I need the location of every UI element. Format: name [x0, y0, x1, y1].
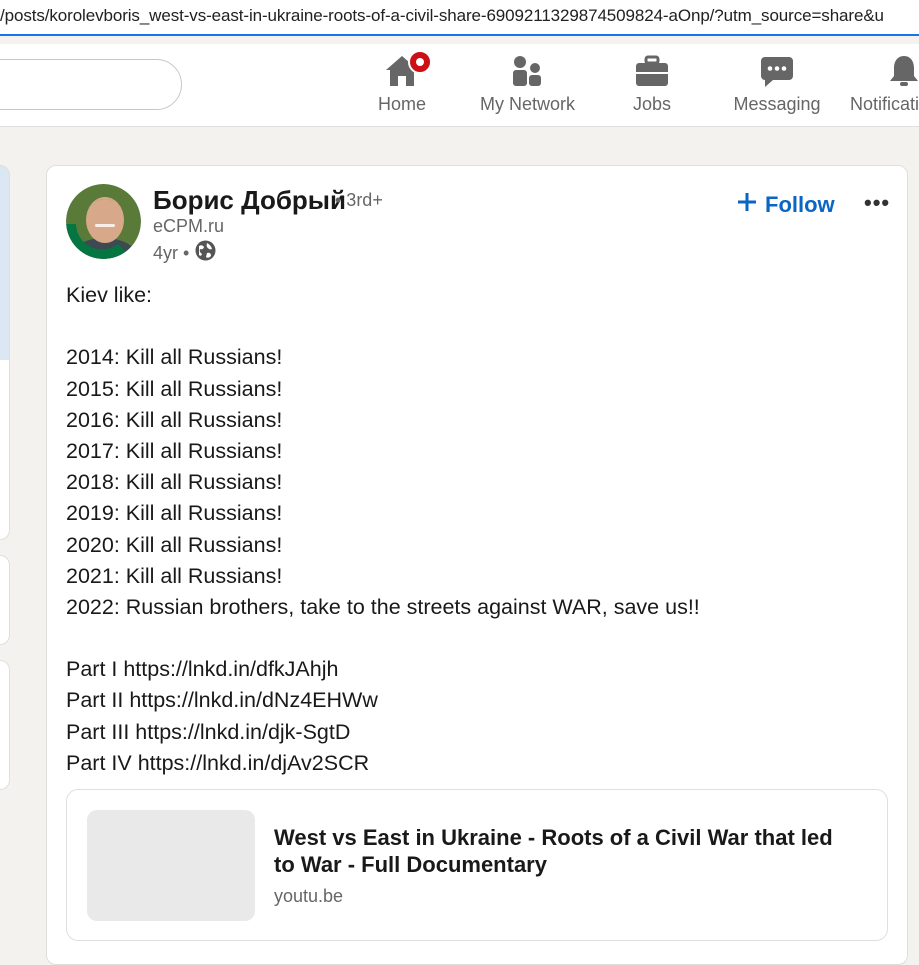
nav-messaging-label: Messaging	[733, 94, 821, 114]
link-preview-title[interactable]: West vs East in Ukraine - Roots of a Civ…	[274, 824, 854, 878]
post-text-line: 2017: Kill all Russians!	[66, 438, 283, 463]
nav-home[interactable]: Home	[366, 50, 438, 122]
post-text-line: 2018: Kill all Russians!	[66, 470, 283, 495]
post-text-line: 2016: Kill all Russians!	[66, 407, 283, 432]
post-text-line: 2020: Kill all Russians!	[66, 532, 283, 557]
notification-badge	[408, 50, 432, 74]
author-avatar[interactable]	[66, 184, 141, 259]
search-input[interactable]	[0, 59, 182, 110]
nav-my-network-label: My Network	[479, 94, 575, 114]
feed-post: Борис Добрый • 3rd+ eCPM.ru 4yr • Follow…	[46, 165, 908, 965]
nav-home-label: Home	[377, 94, 426, 114]
post-time: 4yr •	[153, 242, 190, 263]
post-text-line: Part II https://lnkd.in/dNz4EHWw	[66, 688, 378, 713]
post-text-line: 2021: Kill all Russians!	[66, 563, 283, 588]
connection-degree: • 3rd+	[335, 190, 383, 210]
nav-jobs[interactable]: Jobs	[617, 52, 687, 122]
follow-button[interactable]: Follow	[737, 188, 835, 222]
post-text-line: 2022: Russian brothers, take to the stre…	[66, 594, 700, 619]
nav-notifications[interactable]: Notifications	[846, 52, 919, 122]
follow-label: Follow	[765, 192, 835, 217]
post-text: Kiev like: 2014: Kill all Russians! 2015: …	[66, 280, 886, 779]
nav-notifications-label: Notifications	[850, 94, 919, 114]
author-headline: eCPM.ru	[153, 216, 225, 236]
top-navigation: Home My Network Jobs Messaging Notificat…	[0, 44, 919, 127]
nav-messaging[interactable]: Messaging	[722, 52, 832, 122]
left-profile-card	[0, 165, 10, 540]
chat-bubble-icon	[759, 54, 795, 93]
post-text-line: Part III https://lnkd.in/djk-SgtD	[66, 719, 351, 744]
link-preview-card[interactable]: West vs East in Ukraine - Roots of a Civ…	[66, 789, 888, 941]
bell-icon	[886, 54, 919, 93]
nav-my-network[interactable]: My Network	[470, 52, 585, 122]
post-text-line: 2019: Kill all Russians!	[66, 501, 283, 526]
browser-address-bar[interactable]: /posts/korolevboris_west-vs-east-in-ukra…	[0, 0, 919, 36]
left-sidebar-card	[0, 660, 10, 790]
post-meta: 4yr •	[153, 240, 216, 266]
post-text-line: Part IV https://lnkd.in/djAv2SCR	[66, 750, 370, 775]
post-text-line: Kiev like:	[66, 283, 153, 307]
link-preview-thumbnail	[87, 810, 255, 921]
more-options-icon[interactable]: •••	[864, 190, 890, 216]
nav-jobs-label: Jobs	[632, 94, 672, 114]
post-text-line: Part I https://lnkd.in/dfkJAhjh	[66, 657, 339, 682]
link-preview-source: youtu.be	[274, 886, 344, 906]
plus-icon	[737, 192, 757, 218]
author-name[interactable]: Борис Добрый	[153, 185, 346, 216]
post-text-line: 2015: Kill all Russians!	[66, 376, 283, 401]
address-url[interactable]: /posts/korolevboris_west-vs-east-in-ukra…	[0, 6, 884, 26]
globe-icon	[195, 240, 216, 266]
post-text-line: 2014: Kill all Russians!	[66, 345, 283, 370]
left-sidebar-card	[0, 555, 10, 645]
network-icon	[510, 54, 546, 93]
briefcase-icon	[634, 54, 670, 93]
